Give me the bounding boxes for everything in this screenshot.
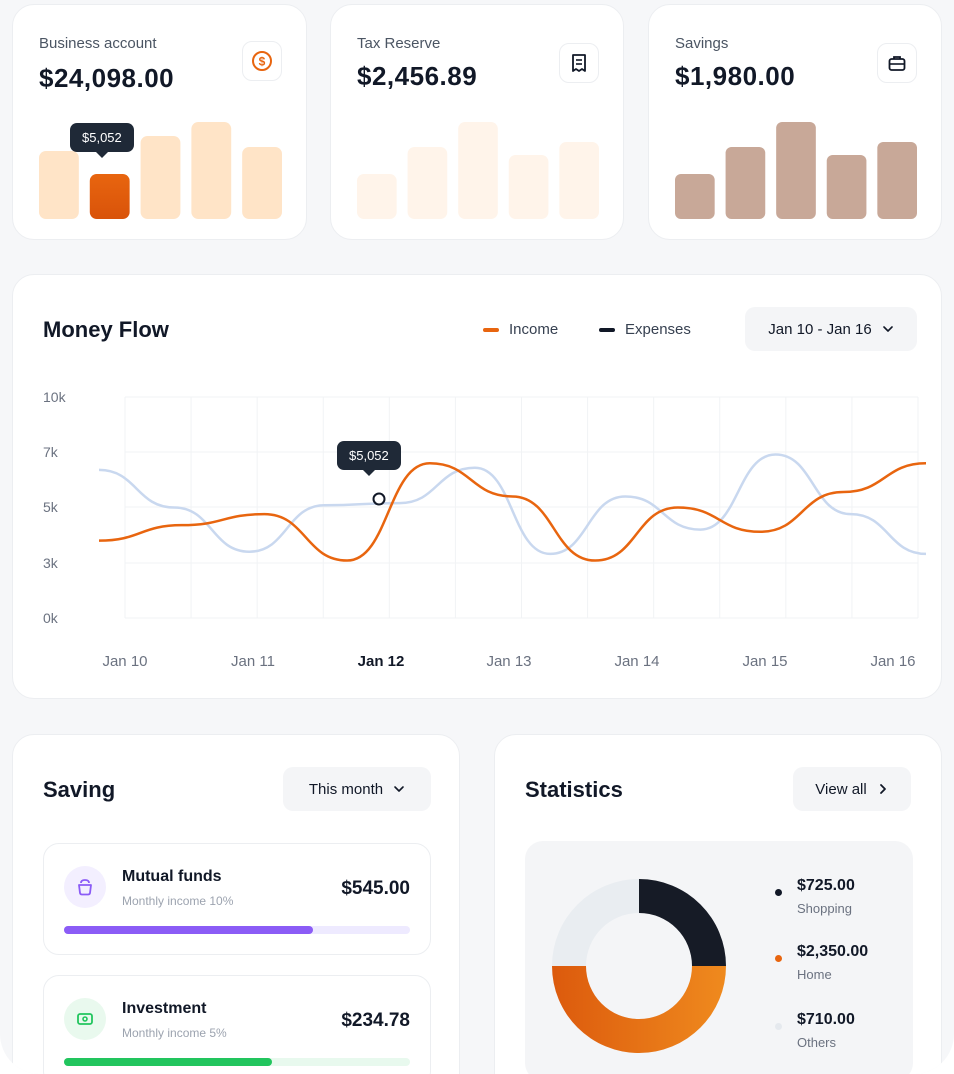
stat-label: Home [797, 967, 832, 982]
mini-bar [242, 147, 282, 219]
donut-chart [552, 879, 726, 1053]
saving-item-name: Investment [122, 1000, 207, 1017]
statistics-panel: $725.00 Shopping $2,350.00 Home $710.00 … [525, 841, 913, 1074]
saving-item-amount: $234.78 [341, 1010, 410, 1031]
account-balance: $1,980.00 [675, 61, 796, 91]
saving-progress-track [64, 1058, 410, 1066]
x-tick-label: Jan 11 [231, 653, 275, 670]
dashboard: Business account $24,098.00 $ $5,052 Tax… [0, 0, 954, 1074]
y-tick-label: 10k [43, 389, 67, 405]
chevron-down-icon [394, 786, 404, 792]
x-tick-label: Jan 16 [870, 653, 915, 670]
mini-bar [776, 122, 816, 219]
tax-reserve-card[interactable]: Tax Reserve $2,456.89 [330, 4, 624, 240]
mini-bar [675, 174, 715, 219]
saving-progress-fill [64, 1058, 272, 1066]
saving-item-amount: $545.00 [341, 878, 410, 899]
mini-bar [559, 142, 599, 219]
saving-progress-track [64, 926, 410, 934]
saving-card: Saving This month Mutual funds Monthly i… [12, 734, 460, 1074]
expenses-line [98, 453, 927, 556]
stat-home[interactable]: $2,350.00 Home [775, 943, 869, 982]
y-tick-label: 5k [43, 499, 59, 515]
chart-tooltip: $5,052 [337, 441, 401, 470]
y-tick-label: 0k [43, 610, 59, 626]
x-tick-label: Jan 12 [358, 653, 405, 670]
savings-mini-chart [675, 119, 917, 219]
mini-bar-active [89, 174, 130, 219]
saving-item-sub: Monthly income 10% [122, 894, 234, 908]
x-tick-label: Jan 13 [486, 653, 531, 670]
money-flow-card: Money Flow Income Expenses Jan 10 - Jan … [12, 274, 942, 699]
saving-item-name: Mutual funds [122, 868, 222, 885]
y-tick-label: 7k [43, 444, 59, 460]
mini-bar [508, 155, 549, 219]
briefcase-icon[interactable] [877, 43, 917, 83]
donut-slice-others [552, 879, 639, 966]
receipt-icon[interactable] [559, 43, 599, 83]
account-label: Business account [39, 35, 157, 52]
mini-bar [877, 142, 917, 219]
saving-item-sub: Monthly income 5% [122, 1026, 227, 1040]
x-tick-label: Jan 14 [614, 653, 659, 670]
account-label: Savings [675, 35, 729, 52]
statistics-card: Statistics View all $725.00 Shopping $2,… [494, 734, 942, 1074]
mini-bar [407, 147, 448, 219]
saving-period-select[interactable]: This month [283, 767, 431, 811]
account-balance: $2,456.89 [357, 61, 478, 91]
stat-shopping[interactable]: $725.00 Shopping [775, 877, 855, 916]
savings-card[interactable]: Savings $1,980.00 [648, 4, 942, 240]
shopping-dot [775, 889, 782, 896]
chevron-right-icon [879, 784, 886, 794]
tax-mini-chart [357, 119, 599, 219]
bar-tooltip: $5,052 [70, 123, 134, 152]
stat-label: Others [797, 1035, 837, 1050]
saving-period-label: This month [308, 780, 384, 798]
stat-others[interactable]: $710.00 Others [775, 1011, 855, 1050]
mini-bar [191, 122, 232, 219]
money-flow-chart: 10k 7k 5k 3k 0k Jan 10 Jan 11 Jan 12 Jan 13 Jan 1… [13, 275, 943, 700]
stat-label: Shopping [797, 901, 852, 916]
mini-bar [725, 147, 766, 219]
svg-text:$: $ [259, 55, 266, 69]
view-all-button[interactable]: View all [793, 767, 911, 811]
x-tick-label: Jan 15 [742, 653, 787, 670]
stat-value: $710.00 [797, 1011, 855, 1028]
mini-bar [458, 122, 498, 219]
saving-item-investment[interactable]: Investment Monthly income 5% $234.78 [43, 975, 431, 1074]
stat-value: $725.00 [797, 877, 855, 894]
view-all-label: View all [815, 780, 867, 798]
account-label: Tax Reserve [357, 35, 441, 52]
mini-bar [357, 174, 397, 219]
business-account-card[interactable]: Business account $24,098.00 $ $5,052 [12, 4, 307, 240]
statistics-title: Statistics [525, 777, 623, 802]
donut-slice-home [552, 966, 726, 1053]
saving-progress-fill [64, 926, 314, 934]
saving-title: Saving [43, 777, 116, 802]
hover-point [372, 492, 386, 506]
home-dot [775, 955, 782, 962]
mini-bar [39, 151, 79, 219]
cash-icon [64, 998, 106, 1040]
donut-slice-shopping [639, 879, 726, 966]
others-dot [775, 1023, 782, 1030]
saving-item-mutual-funds[interactable]: Mutual funds Monthly income 10% $545.00 [43, 843, 431, 955]
y-tick-label: 3k [43, 555, 59, 571]
dollar-coin-icon[interactable]: $ [242, 41, 282, 81]
bag-icon [64, 866, 106, 908]
mini-bar [826, 155, 867, 219]
mini-bar [140, 136, 181, 219]
x-tick-label: Jan 10 [102, 653, 147, 670]
stat-value: $2,350.00 [797, 943, 869, 960]
account-balance: $24,098.00 [39, 63, 175, 93]
